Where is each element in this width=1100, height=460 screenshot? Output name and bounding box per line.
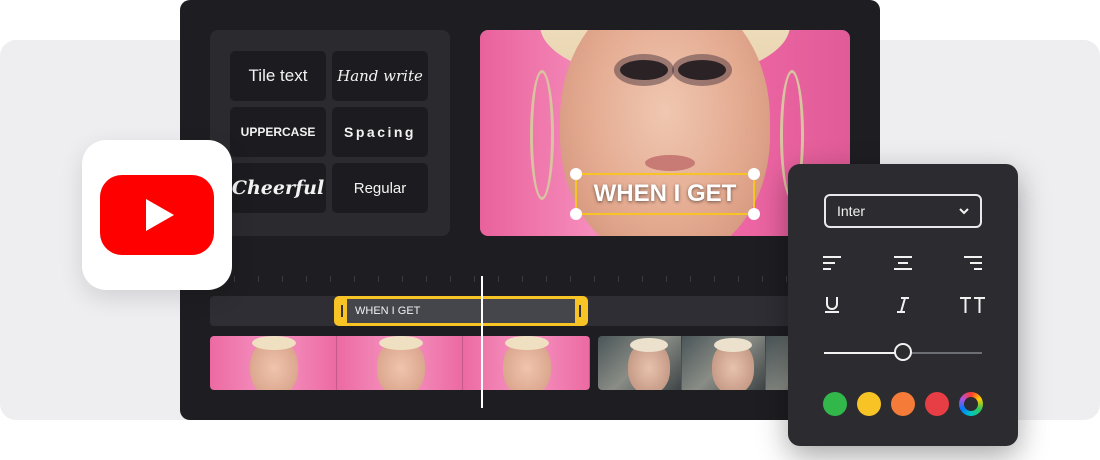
- align-right-icon: [964, 256, 982, 270]
- resize-handle-bottom-left[interactable]: [570, 208, 582, 220]
- text-clip-label: WHEN I GET: [355, 305, 421, 317]
- italic-icon: [897, 297, 909, 313]
- style-hand-write-button[interactable]: Hand write: [332, 51, 428, 101]
- color-swatch-green[interactable]: [823, 392, 847, 416]
- align-center-button[interactable]: [890, 250, 916, 276]
- video-thumbnail: [598, 336, 682, 390]
- font-select[interactable]: Inter: [824, 194, 982, 228]
- text-size-icon: [960, 297, 985, 313]
- underline-button[interactable]: [819, 292, 845, 318]
- text-size-button[interactable]: [956, 292, 990, 318]
- align-center-icon: [894, 256, 912, 270]
- video-clip-1[interactable]: [210, 336, 590, 390]
- preview-eye-left: [620, 60, 668, 80]
- youtube-icon: [100, 175, 214, 255]
- resize-handle-top-right[interactable]: [748, 168, 760, 180]
- resize-handle-top-left[interactable]: [570, 168, 582, 180]
- align-left-icon: [823, 256, 841, 270]
- color-picker-wheel[interactable]: [959, 392, 983, 416]
- color-swatch-orange[interactable]: [891, 392, 915, 416]
- underline-icon: [825, 297, 839, 313]
- youtube-logo-tile: [82, 140, 232, 290]
- video-editor: Tile text Hand write UPPERCASE Spacing C…: [180, 0, 880, 420]
- preview-earring-left: [530, 70, 554, 200]
- font-select-value: Inter: [837, 203, 866, 219]
- text-size-slider[interactable]: [824, 343, 982, 361]
- italic-button[interactable]: [890, 292, 916, 318]
- style-uppercase-button[interactable]: UPPERCASE: [230, 107, 326, 157]
- resize-handle-bottom-right[interactable]: [748, 208, 760, 220]
- video-thumbnail: [336, 336, 464, 390]
- caption-text-box[interactable]: WHEN I GET: [570, 168, 760, 220]
- color-swatch-yellow[interactable]: [857, 392, 881, 416]
- style-cheerful-button[interactable]: Cheerful: [230, 163, 326, 213]
- style-regular-button[interactable]: Regular: [332, 163, 428, 213]
- text-clip[interactable]: WHEN I GET: [334, 296, 588, 326]
- align-left-button[interactable]: [819, 250, 845, 276]
- clip-trim-right-handle[interactable]: [575, 299, 585, 323]
- caption-text: WHEN I GET: [593, 180, 737, 207]
- clip-trim-left-handle[interactable]: [337, 299, 347, 323]
- preview-eye-right: [678, 60, 726, 80]
- video-thumbnail: [210, 336, 337, 390]
- timeline-playhead[interactable]: [481, 276, 483, 408]
- align-right-button[interactable]: [960, 250, 986, 276]
- color-swatch-red[interactable]: [925, 392, 949, 416]
- preview-lips: [645, 155, 695, 171]
- text-style-panel: Tile text Hand write UPPERCASE Spacing C…: [210, 30, 450, 236]
- style-tile-text-button[interactable]: Tile text: [230, 51, 326, 101]
- timeline-ruler: [210, 270, 850, 286]
- video-thumbnail: [682, 336, 766, 390]
- style-spacing-button[interactable]: Spacing: [332, 107, 428, 157]
- slider-fill: [824, 352, 903, 354]
- slider-thumb[interactable]: [894, 343, 912, 361]
- chevron-down-icon: [959, 208, 969, 215]
- text-format-panel: Inter: [788, 164, 1018, 446]
